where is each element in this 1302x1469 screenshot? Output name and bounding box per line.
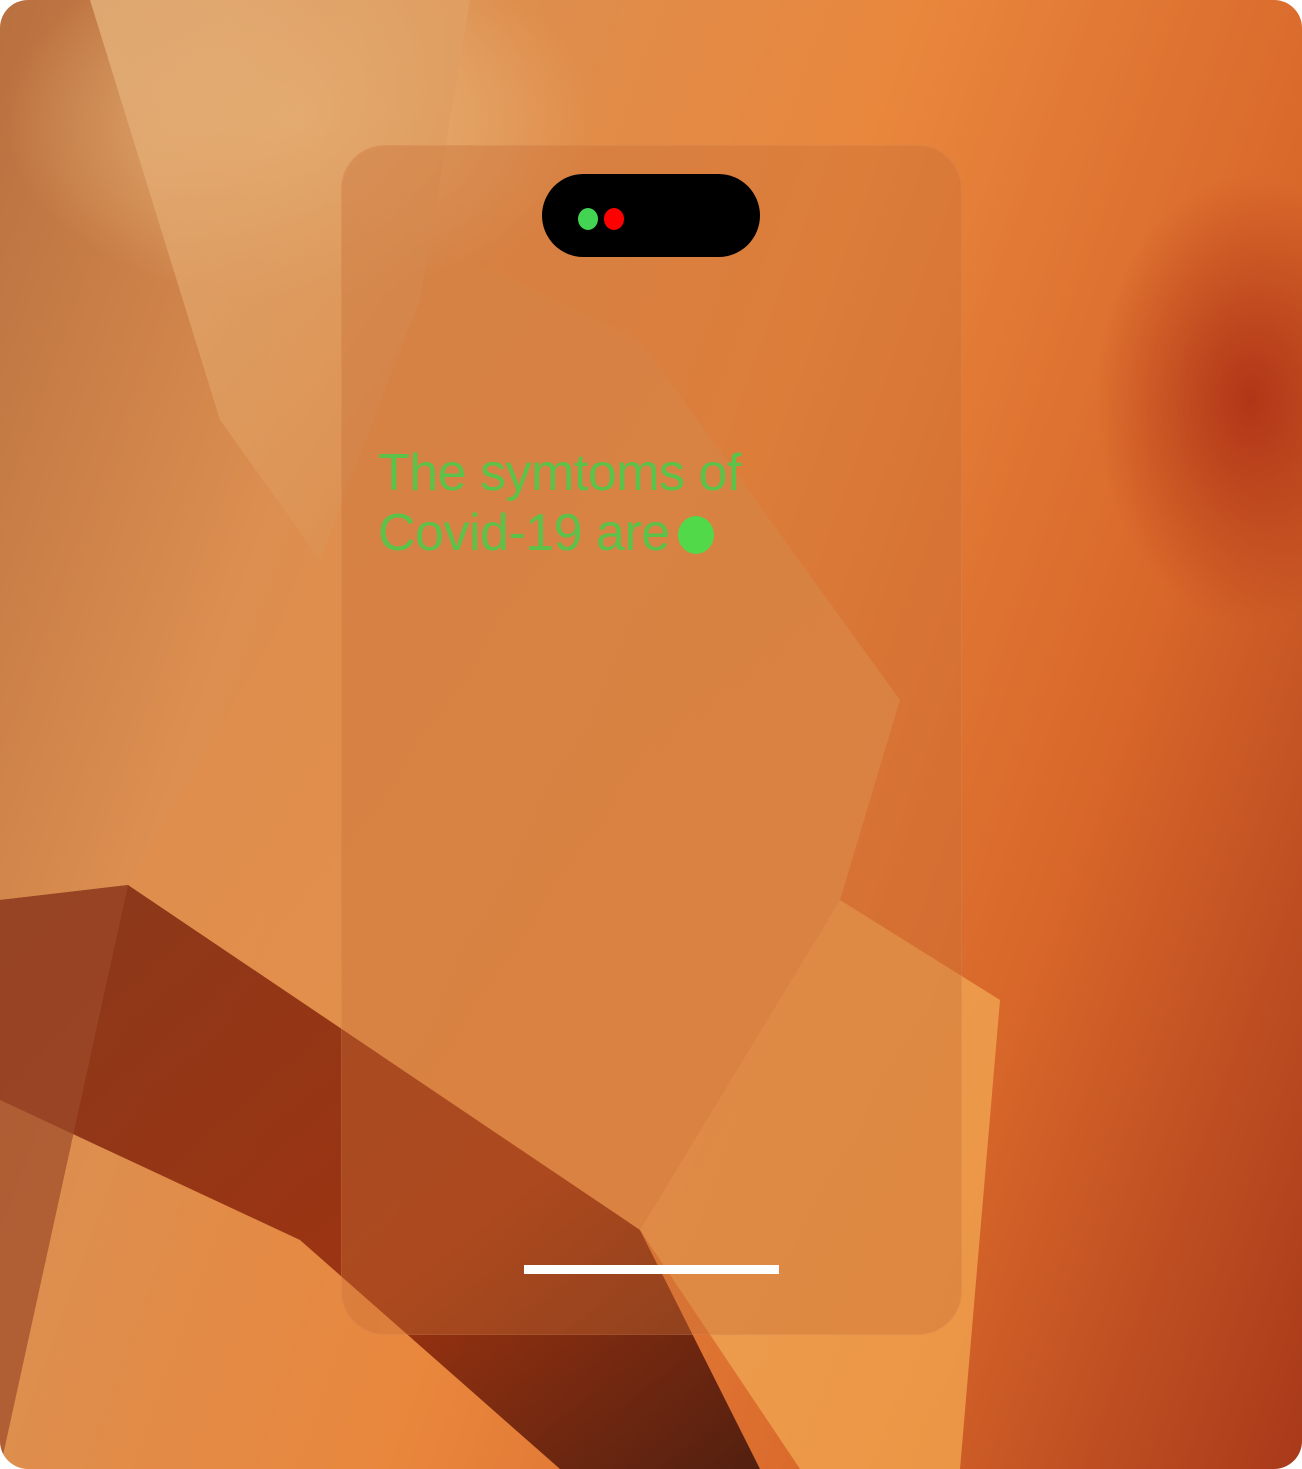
red-indicator-dot — [604, 208, 624, 230]
message-line-1: The symtoms of — [378, 444, 741, 502]
message-line-2-text: Covid-19 are — [378, 504, 670, 562]
typing-indicator-dot — [677, 516, 714, 554]
message-line-2: Covid-19 are — [378, 503, 898, 563]
dynamic-island — [542, 174, 760, 257]
home-indicator[interactable] — [524, 1265, 779, 1274]
phone-screen: The symtoms of Covid-19 are — [341, 145, 962, 1335]
streaming-message: The symtoms of Covid-19 are — [378, 443, 898, 563]
green-indicator-dot — [578, 208, 598, 230]
